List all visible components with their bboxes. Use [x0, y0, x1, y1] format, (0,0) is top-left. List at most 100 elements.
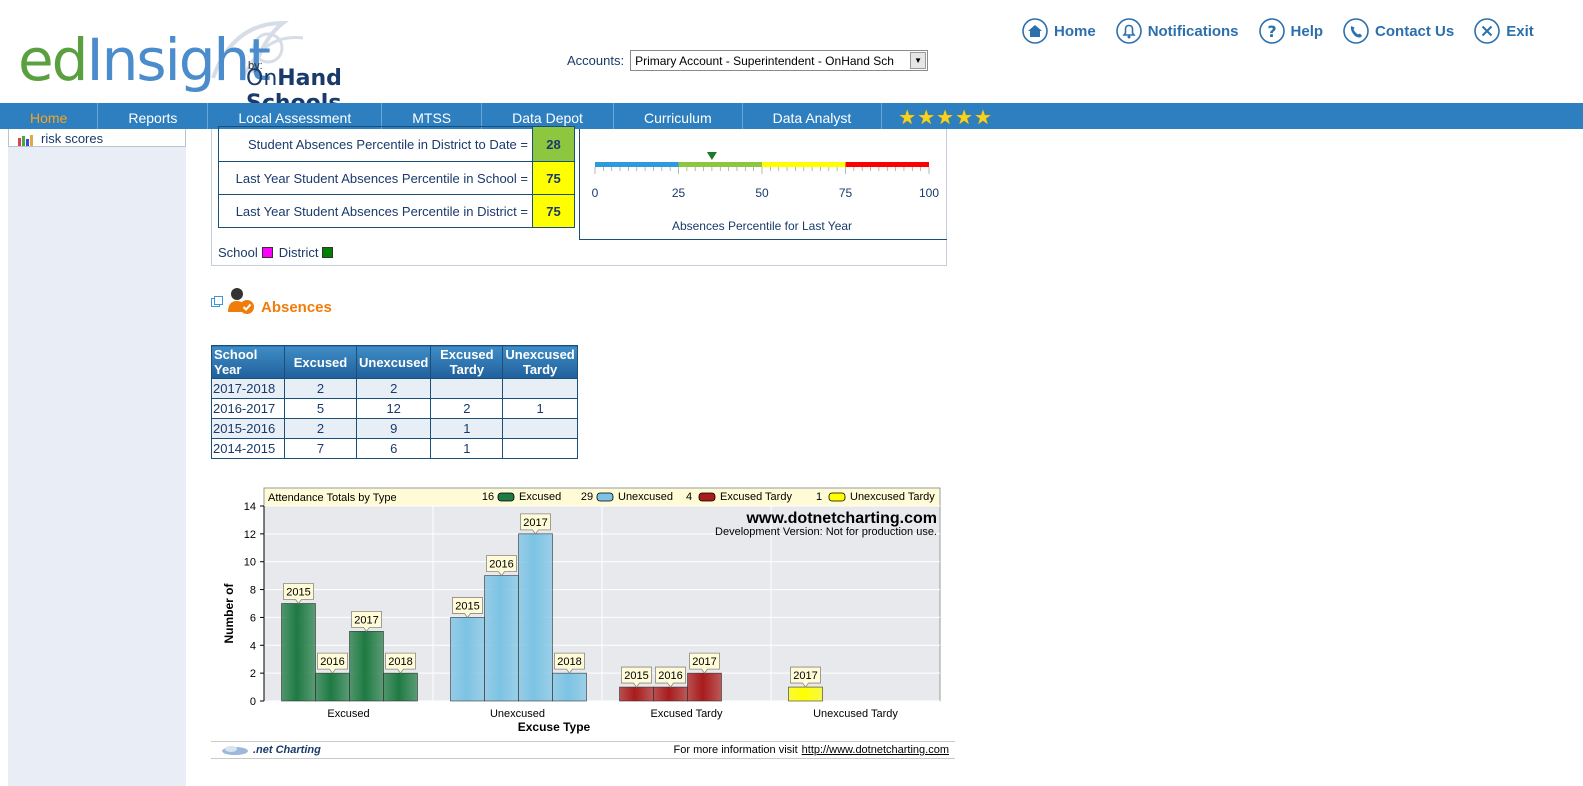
- footer-info: For more information visit http://www.dot…: [674, 744, 949, 756]
- help-link-label: Help: [1290, 22, 1324, 40]
- help-icon: ?: [1258, 18, 1285, 44]
- table-row: 2014-2015 7 6 1: [211, 438, 578, 459]
- phone-icon: [1343, 18, 1369, 44]
- dotnetcharting-link[interactable]: http://www.dotnetcharting.com: [802, 744, 949, 756]
- table-cell: 2016-2017: [211, 398, 285, 419]
- dotnetcharting-logo-icon: [222, 746, 248, 755]
- table-cell: [430, 378, 504, 399]
- bar: [619, 686, 654, 702]
- star-icon[interactable]: ★: [936, 105, 954, 130]
- absences-section-header: Absences: [211, 286, 332, 316]
- home-icon: [1022, 18, 1048, 44]
- gauge-segment: [595, 162, 679, 167]
- table-cell: 2015-2016: [211, 418, 285, 439]
- table-cell: 6: [355, 438, 432, 459]
- column-header: Excused: [284, 345, 357, 379]
- y-tick-label: 14: [244, 501, 256, 513]
- star-icon[interactable]: ★: [974, 105, 992, 130]
- dotnetcharting-logo[interactable]: .net Charting: [221, 744, 321, 756]
- table-cell: [502, 438, 578, 459]
- table-cell: 1: [430, 438, 504, 459]
- chevron-down-icon[interactable]: ▼: [910, 52, 927, 69]
- bar-label: 2015: [455, 600, 479, 612]
- star-rating[interactable]: ★ ★ ★ ★ ★: [898, 103, 993, 130]
- chart-title: Attendance Totals by Type: [268, 492, 397, 504]
- legend-school-label: School: [218, 245, 258, 260]
- column-header: School Year: [211, 345, 285, 379]
- table-cell: 9: [355, 418, 432, 439]
- panel-divider: [579, 129, 580, 239]
- logo-insight-text: Insight: [86, 26, 272, 94]
- bar-label: 2018: [388, 656, 412, 668]
- exit-link[interactable]: Exit: [1474, 18, 1534, 44]
- school-district-legend: School District: [218, 245, 339, 260]
- percentile-gauge: 0 25 50 75 100 Absences Percentile for Last Y…: [592, 152, 939, 233]
- legend-label: Excused: [519, 491, 561, 503]
- menu-home[interactable]: Home: [0, 103, 99, 129]
- table-row: 2015-2016 2 9 1: [211, 418, 578, 439]
- dotnetcharting-logo-text: .net Charting: [253, 744, 321, 756]
- bar: [653, 686, 688, 702]
- bar-label: 2018: [557, 656, 581, 668]
- bar-label: 2015: [286, 587, 310, 599]
- gauge-tick-label: 50: [755, 186, 769, 200]
- percentile-row: Last Year Student Absences Percentile in…: [218, 162, 575, 195]
- chart-watermark-title: www.dotnetcharting.com: [745, 510, 937, 527]
- y-tick-label: 10: [244, 557, 256, 569]
- star-icon[interactable]: ★: [955, 105, 973, 130]
- menu-data-analyst[interactable]: Data Analyst: [743, 103, 883, 129]
- gauge-segment: [762, 162, 846, 167]
- home-link[interactable]: Home: [1022, 18, 1096, 44]
- star-icon[interactable]: ★: [917, 105, 935, 130]
- bar-label: 2017: [354, 614, 378, 626]
- notifications-link[interactable]: Notifications: [1115, 18, 1239, 44]
- bar: [281, 603, 316, 702]
- gauge-segment: [678, 162, 762, 167]
- bar: [552, 672, 587, 702]
- left-sidebar: risk scores: [8, 129, 186, 786]
- legend-total: 29: [581, 491, 593, 503]
- percentile-value: 28: [532, 127, 574, 161]
- accounts-dropdown[interactable]: Primary Account - Superintendent - OnHan…: [630, 50, 929, 71]
- gauge-tick-label: 25: [672, 186, 686, 200]
- x-axis-label: Excuse Type: [518, 720, 591, 734]
- table-header-row: School Year Excused Unexcused Excused Ta…: [211, 345, 578, 379]
- y-axis-label: Number of: [222, 582, 236, 643]
- table-cell: 5: [284, 398, 357, 419]
- gauge-tick-label: 75: [839, 186, 853, 200]
- expand-icon[interactable]: [211, 296, 223, 308]
- close-icon: [1474, 18, 1501, 44]
- legend-total: 4: [686, 491, 692, 503]
- legend-label: Unexcused: [618, 491, 673, 503]
- gauge-marker: [706, 152, 717, 160]
- table-cell: 2014-2015: [211, 438, 285, 459]
- menu-reports[interactable]: Reports: [98, 103, 209, 129]
- bar: [687, 672, 722, 702]
- help-link[interactable]: ? Help: [1258, 18, 1324, 44]
- menu-curriculum[interactable]: Curriculum: [614, 103, 743, 129]
- accounts-selected-value: Primary Account - Superintendent - OnHan…: [635, 53, 894, 68]
- y-tick-label: 12: [244, 529, 256, 541]
- bar-label: 2016: [489, 559, 513, 571]
- gauge-segment: [845, 162, 929, 167]
- edinsight-logo[interactable]: edInsight by: OnHand Schools: [18, 18, 438, 116]
- x-tick-label: Unexcused Tardy: [813, 708, 898, 720]
- percentile-label: Last Year Student Absences Percentile in…: [235, 170, 528, 186]
- contact-us-link[interactable]: Contact Us: [1343, 18, 1454, 44]
- y-tick-label: 8: [250, 585, 256, 597]
- legend-total: 1: [816, 491, 822, 503]
- bar: [788, 686, 823, 702]
- sidebar-item-risk-scores[interactable]: risk scores: [8, 129, 186, 147]
- bar: [315, 672, 350, 702]
- accounts-selector: Accounts: Primary Account - Superintende…: [567, 50, 929, 71]
- bar-label: 2017: [793, 670, 817, 682]
- logo-on-text: On: [246, 66, 278, 91]
- star-icon[interactable]: ★: [898, 105, 916, 130]
- y-tick-label: 2: [250, 668, 256, 680]
- legend-total: 16: [482, 491, 494, 503]
- bar-label: 2016: [320, 656, 344, 668]
- logo-wordmark: edInsight: [18, 26, 272, 94]
- table-cell: 1: [430, 418, 504, 439]
- header: edInsight by: OnHand Schools Accounts: P…: [0, 0, 1583, 116]
- table-cell: [502, 418, 578, 439]
